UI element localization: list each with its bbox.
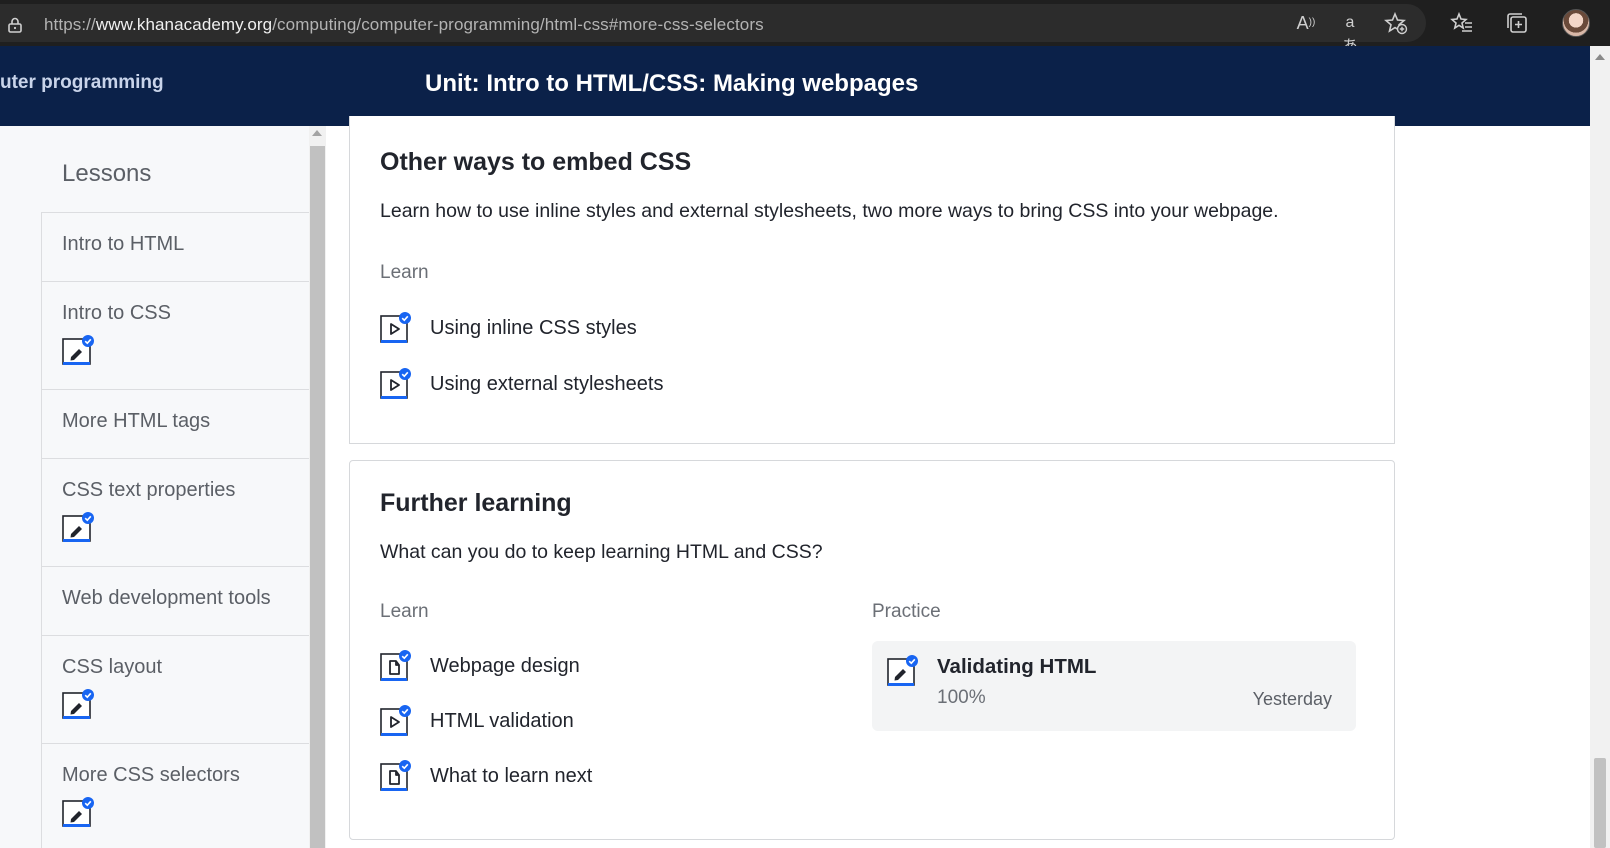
add-favorite-icon[interactable]: [1384, 11, 1408, 35]
exercise-complete-icon: [62, 512, 94, 542]
lesson-label: Intro to HTML: [62, 233, 185, 255]
lessons-heading: Lessons: [62, 160, 152, 187]
content-item-label: Webpage design: [430, 654, 580, 677]
read-aloud-icon[interactable]: A)): [1294, 11, 1318, 35]
exercise-complete-icon: [887, 655, 918, 686]
scroll-up-arrow-icon[interactable]: [312, 130, 322, 136]
lesson-item[interactable]: More HTML tags: [41, 389, 309, 458]
section-description: What can you do to keep learning HTML an…: [380, 541, 823, 563]
lesson-item[interactable]: Web development tools: [41, 566, 309, 635]
practice-score: 100%: [937, 687, 986, 708]
practice-title: Validating HTML: [937, 655, 1097, 678]
unit-header: uter programming Unit: Intro to HTML/CSS…: [0, 46, 1590, 126]
content-item-label: Using external stylesheets: [430, 372, 664, 395]
lesson-card-embed-css: Other ways to embed CSS Learn how to use…: [349, 116, 1395, 444]
address-bar[interactable]: https://www.khanacademy.org/computing/co…: [0, 4, 1426, 42]
section-title[interactable]: Other ways to embed CSS: [380, 148, 691, 177]
exercise-complete-icon: [62, 797, 94, 827]
lesson-label: Web development tools: [62, 587, 271, 609]
video-icon: [380, 368, 411, 399]
lesson-item[interactable]: CSS text properties: [41, 458, 309, 566]
lesson-label: Intro to CSS: [62, 302, 171, 324]
page-scrollbar[interactable]: [1590, 46, 1610, 848]
lesson-item[interactable]: Intro to HTML: [41, 212, 309, 281]
collections-icon[interactable]: [1505, 11, 1529, 35]
section-title[interactable]: Further learning: [380, 489, 572, 518]
translate-icon[interactable]: aあ: [1338, 11, 1362, 55]
article-icon: [380, 760, 411, 791]
practice-date: Yesterday: [1252, 689, 1332, 709]
content-item-video[interactable]: Using external stylesheets: [380, 367, 663, 401]
lesson-label: CSS layout: [62, 656, 163, 678]
course-breadcrumb[interactable]: uter programming: [0, 72, 164, 94]
sidebar-scrollbar[interactable]: [309, 126, 326, 848]
video-icon: [380, 312, 411, 343]
content-item-video[interactable]: HTML validation: [380, 704, 574, 738]
page-scroll-thumb[interactable]: [1594, 758, 1606, 848]
lesson-card-further-learning: Further learning What can you do to keep…: [349, 460, 1395, 840]
practice-label: Practice: [872, 601, 941, 622]
lesson-item[interactable]: More CSS selectors: [41, 743, 309, 848]
content-item-video[interactable]: Using inline CSS styles: [380, 311, 637, 345]
lesson-item[interactable]: Intro to CSS: [41, 281, 309, 389]
url-prefix: https://: [44, 15, 96, 34]
lesson-label: More HTML tags: [62, 410, 211, 432]
learn-label: Learn: [380, 601, 429, 622]
lessons-sidebar: Lessons Intro to HTML Intro to CSS More …: [0, 126, 326, 848]
lesson-list: Intro to HTML Intro to CSS More HTML tag…: [41, 212, 309, 848]
url-text[interactable]: https://www.khanacademy.org/computing/co…: [44, 15, 764, 35]
lesson-item[interactable]: CSS layout: [41, 635, 309, 743]
video-icon: [380, 705, 411, 736]
practice-exercise-card[interactable]: Validating HTML 100% Yesterday: [872, 641, 1356, 731]
unit-title: Unit: Intro to HTML/CSS: Making webpages: [425, 70, 919, 97]
learn-label: Learn: [380, 262, 429, 283]
content-item-article[interactable]: What to learn next: [380, 759, 592, 793]
content-item-article[interactable]: Webpage design: [380, 649, 580, 683]
exercise-complete-icon: [62, 689, 94, 719]
sidebar-scroll-thumb[interactable]: [310, 146, 325, 848]
content-item-label: HTML validation: [430, 709, 574, 732]
content-item-label: What to learn next: [430, 764, 593, 787]
url-path: /computing/computer-programming/html-css…: [272, 15, 764, 34]
section-description: Learn how to use inline styles and exter…: [380, 200, 1279, 222]
exercise-complete-icon: [62, 335, 94, 365]
article-icon: [380, 650, 411, 681]
lock-icon: [8, 17, 22, 33]
browser-toolbar: https://www.khanacademy.org/computing/co…: [0, 0, 1610, 55]
profile-avatar[interactable]: [1562, 9, 1590, 37]
favorites-icon[interactable]: [1450, 11, 1474, 35]
lesson-label: CSS text properties: [62, 479, 236, 501]
lesson-label: More CSS selectors: [62, 764, 240, 786]
scroll-up-arrow-icon[interactable]: [1595, 54, 1605, 60]
content-item-label: Using inline CSS styles: [430, 316, 637, 339]
url-host: www.khanacademy.org: [95, 15, 273, 34]
